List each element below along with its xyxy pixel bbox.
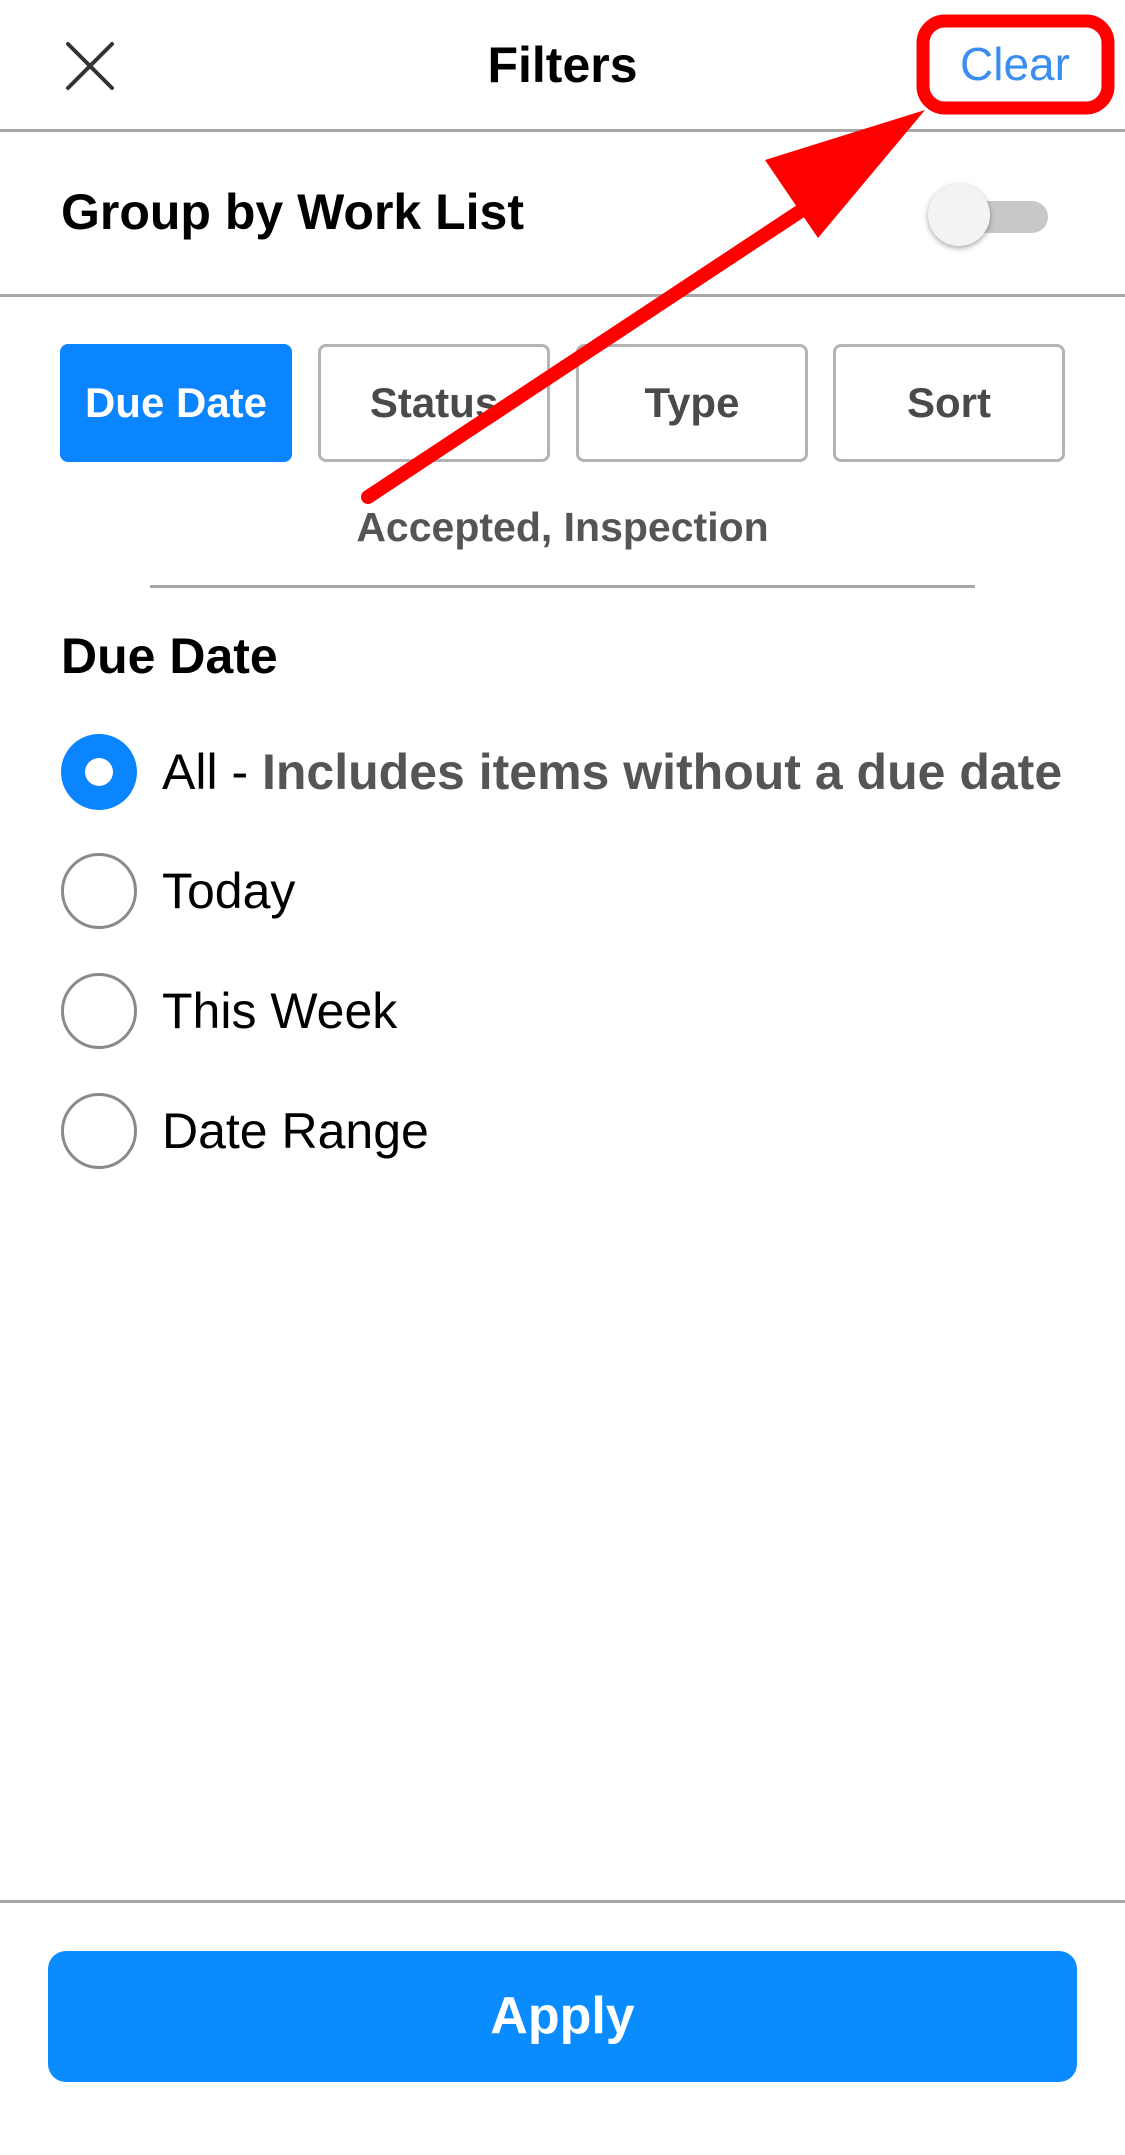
radio-unchecked-icon (61, 853, 137, 929)
option-this-week-label: This Week (162, 983, 398, 1039)
option-all[interactable]: All - Includes items without a due date (61, 734, 1121, 810)
option-date-range-label: Date Range (162, 1103, 429, 1159)
group-by-toggle[interactable] (928, 184, 1052, 246)
radio-unchecked-icon (61, 1093, 137, 1169)
header-bar: Filters Clear (0, 0, 1125, 132)
toggle-knob (928, 184, 990, 246)
annotation-overlay (361, 14, 1115, 504)
tab-type[interactable]: Type (576, 344, 808, 462)
group-by-row: Group by Work List (0, 132, 1125, 297)
tab-status[interactable]: Status (318, 344, 550, 462)
clear-button[interactable]: Clear (935, 30, 1095, 98)
option-all-label: All - (162, 744, 262, 800)
option-label: All - Includes items without a due date (162, 742, 1062, 802)
tab-sort[interactable]: Sort (833, 344, 1065, 462)
summary-divider (150, 585, 975, 588)
option-today-label: Today (162, 863, 296, 919)
radio-checked-icon (61, 734, 137, 810)
group-by-label: Group by Work List (61, 184, 524, 240)
option-date-range[interactable]: Date Range (61, 1093, 1121, 1169)
option-today[interactable]: Today (61, 853, 1121, 929)
tab-due-date[interactable]: Due Date (60, 344, 292, 462)
footer-divider (0, 1900, 1125, 1903)
filter-tabs: Due Date Status Type Sort (60, 344, 1065, 464)
radio-unchecked-icon (61, 973, 137, 1049)
section-title-due-date: Due Date (61, 628, 278, 684)
option-all-description: Includes items without a due date (262, 744, 1063, 800)
option-this-week[interactable]: This Week (61, 973, 1121, 1049)
filter-summary: Accepted, Inspection (356, 504, 769, 550)
apply-button[interactable]: Apply (48, 1951, 1077, 2082)
